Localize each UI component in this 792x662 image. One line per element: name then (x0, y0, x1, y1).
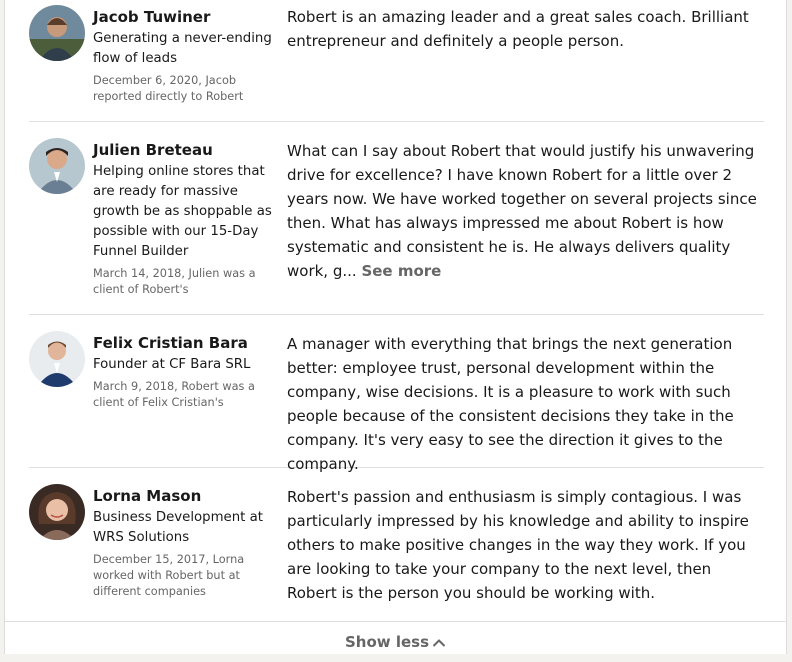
recommendation-meta: December 6, 2020, Jacob reported directl… (93, 74, 244, 103)
recommendation-meta: March 14, 2018, Julien was a client of R… (93, 267, 256, 296)
recommendation-meta: March 9, 2018, Robert was a client of Fe… (93, 380, 255, 409)
recommender-headline: Business Development at WRS Solutions (93, 510, 263, 545)
recommendation-item: Felix Cristian Bara Founder at CF Bara S… (29, 315, 764, 473)
recommender-name[interactable]: Julien Breteau (93, 140, 275, 160)
recommender-headline: Founder at CF Bara SRL (93, 357, 251, 372)
recommendation-item: Jacob Tuwiner Generating a never-ending … (29, 0, 764, 122)
chevron-up-icon (432, 638, 446, 647)
recommendation-text-block: What can I say about Robert that would j… (287, 139, 765, 283)
recommender-info: Lorna Mason Business Development at WRS … (93, 486, 275, 600)
recommendation-item: Lorna Mason Business Development at WRS … (29, 468, 764, 621)
recommendation-text: Robert's passion and enthusiasm is simpl… (287, 488, 749, 602)
recommendation-meta: December 15, 2017, Lorna worked with Rob… (93, 553, 245, 598)
recommendation-text: Robert is an amazing leader and a great … (287, 8, 749, 50)
recommender-info: Julien Breteau Helping online stores tha… (93, 140, 275, 298)
recommender-name[interactable]: Lorna Mason (93, 486, 275, 506)
show-less-label: Show less (344, 633, 430, 651)
avatar[interactable] (29, 331, 85, 387)
recommender-headline: Helping online stores that are ready for… (93, 164, 272, 259)
show-less-button[interactable]: Show less (5, 621, 786, 655)
recommendation-text: What can I say about Robert that would j… (287, 142, 757, 280)
recommendation-text: A manager with everything that brings th… (287, 335, 734, 473)
avatar[interactable] (29, 138, 85, 194)
recommendations-panel: Jacob Tuwiner Generating a never-ending … (4, 0, 787, 654)
recommender-info: Felix Cristian Bara Founder at CF Bara S… (93, 333, 275, 411)
avatar[interactable] (29, 484, 85, 540)
recommender-name[interactable]: Jacob Tuwiner (93, 7, 275, 27)
avatar[interactable] (29, 5, 85, 61)
recommender-headline: Generating a never-ending flow of leads (93, 31, 272, 66)
recommender-info: Jacob Tuwiner Generating a never-ending … (93, 7, 275, 105)
recommender-name[interactable]: Felix Cristian Bara (93, 333, 275, 353)
recommendation-item: Julien Breteau Helping online stores tha… (29, 122, 764, 315)
see-more-link[interactable]: See more (361, 262, 441, 280)
